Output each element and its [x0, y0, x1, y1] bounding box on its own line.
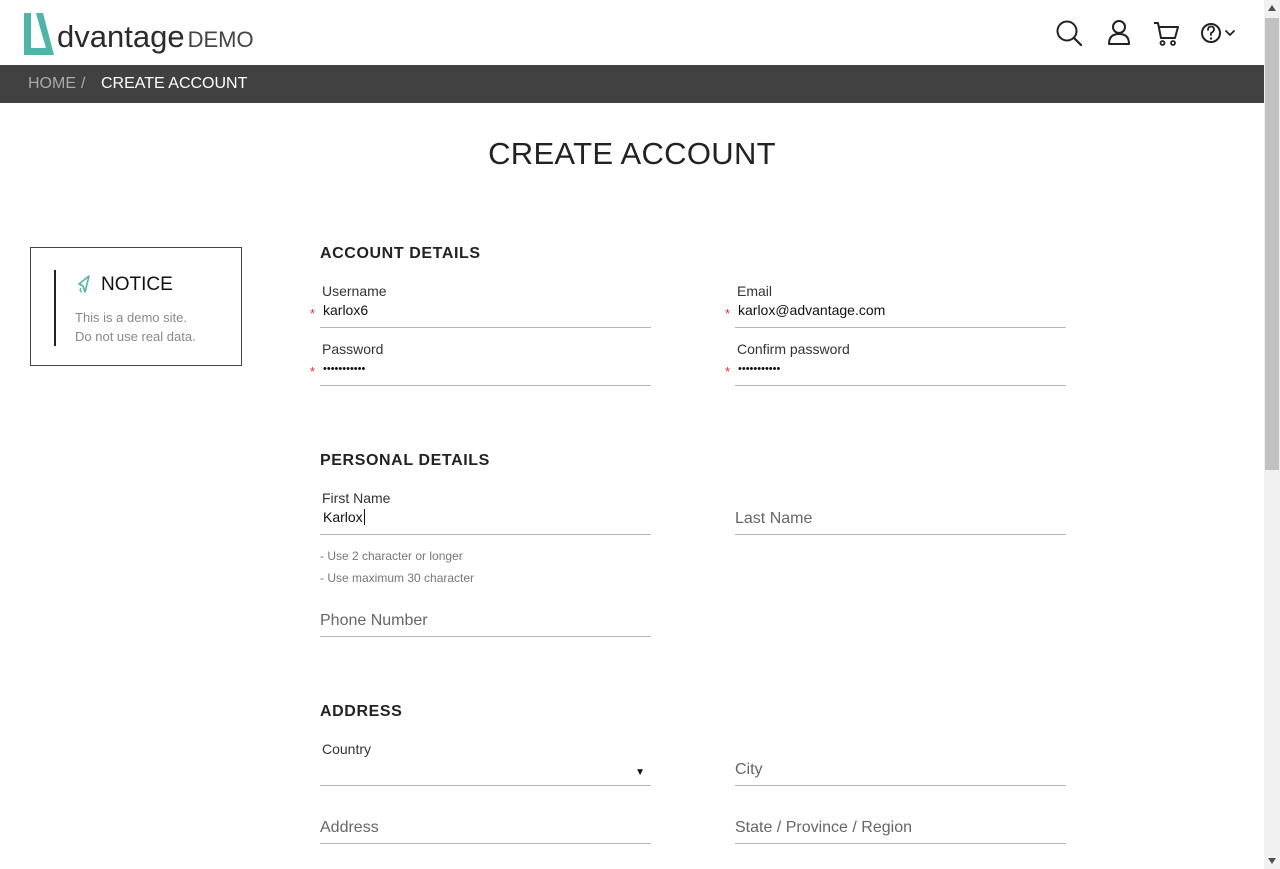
password-label: Password [322, 341, 384, 357]
address-field[interactable]: Address [320, 799, 651, 844]
cart-icon[interactable] [1151, 18, 1181, 48]
page-title: CREATE ACCOUNT [488, 136, 776, 171]
notice-line-2: Do not use real data. [75, 329, 196, 344]
required-marker: * [310, 364, 316, 379]
first-name-label: First Name [322, 490, 391, 506]
state-placeholder: State / Province / Region [735, 819, 912, 836]
personal-details-heading: PERSONAL DETAILS [320, 452, 490, 469]
search-icon[interactable] [1054, 18, 1084, 48]
phone-field[interactable]: Phone Number [320, 592, 651, 637]
breadcrumb: HOME / CREATE ACCOUNT [0, 65, 1264, 103]
first-name-field[interactable]: First Name Karlox [320, 490, 651, 535]
username-value: karlox6 [323, 302, 369, 318]
last-name-field[interactable]: Last Name [735, 490, 1066, 535]
confirm-password-field[interactable]: * Confirm password ••••••••••• [725, 341, 1066, 386]
email-value: karlox@advantage.com [738, 302, 886, 318]
state-field[interactable]: State / Province / Region [735, 799, 1066, 844]
bell-icon [78, 275, 90, 293]
notice-divider [54, 270, 56, 346]
first-name-value: Karlox [323, 509, 365, 525]
scroll-up-arrow-icon[interactable] [1267, 4, 1277, 12]
password-value: ••••••••••• [323, 363, 366, 375]
notice-title: NOTICE [101, 274, 173, 295]
phone-placeholder: Phone Number [320, 612, 428, 629]
city-field[interactable]: City [735, 741, 1066, 786]
notice-text: This is a demo site. Do not use real dat… [75, 308, 196, 346]
username-label: Username [322, 283, 387, 299]
user-icon[interactable] [1104, 18, 1134, 48]
text-cursor [363, 509, 365, 525]
confirm-password-label: Confirm password [737, 341, 850, 357]
last-name-placeholder: Last Name [735, 510, 813, 527]
site-header: dvantage DEMO [0, 0, 1264, 65]
username-field[interactable]: * Username karlox6 [310, 283, 651, 328]
address-placeholder: Address [320, 819, 379, 836]
help-icon [1201, 23, 1235, 43]
breadcrumb-separator: / [81, 75, 86, 92]
dropdown-arrow-icon: ▼ [635, 767, 645, 778]
email-field[interactable]: * Email karlox@advantage.com [725, 283, 1066, 328]
scroll-down-arrow-icon[interactable] [1267, 857, 1277, 865]
breadcrumb-current: CREATE ACCOUNT [101, 75, 248, 92]
notice-line-1: This is a demo site. [75, 310, 187, 325]
email-label: Email [737, 283, 773, 299]
city-placeholder: City [735, 761, 763, 778]
country-select[interactable]: Country ▼ [320, 741, 651, 786]
first-name-hint-max: - Use maximum 30 character [320, 571, 475, 585]
password-field[interactable]: * Password ••••••••••• [310, 341, 651, 386]
confirm-password-value: ••••••••••• [738, 363, 781, 375]
logo-suffix: DEMO [187, 27, 254, 52]
required-marker: * [310, 306, 316, 321]
logo-text: dvantage [57, 19, 185, 54]
country-label: Country [322, 741, 372, 757]
breadcrumb-home-link[interactable]: HOME [28, 75, 76, 93]
vertical-scrollbar[interactable] [1264, 0, 1280, 869]
first-name-text: Karlox [323, 509, 363, 525]
account-details-heading: ACCOUNT DETAILS [320, 245, 481, 262]
scrollbar-thumb[interactable] [1265, 18, 1279, 470]
first-name-hint-min: - Use 2 character or longer [320, 549, 463, 563]
help-menu-button[interactable] [1199, 18, 1241, 48]
notice-box: NOTICE This is a demo site. Do not use r… [30, 247, 242, 366]
logo-mark-icon [24, 13, 54, 55]
address-heading: ADDRESS [320, 703, 403, 720]
logo[interactable]: dvantage DEMO [22, 9, 254, 55]
required-marker: * [725, 364, 731, 379]
required-marker: * [725, 306, 731, 321]
page: dvantage DEMO HOME / CREATE ACCOUNT CREA… [0, 0, 1264, 869]
